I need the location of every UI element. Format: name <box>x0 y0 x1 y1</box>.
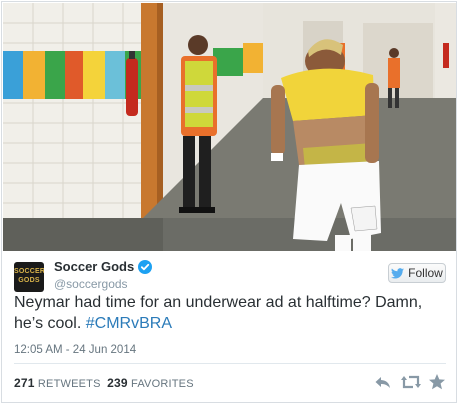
author-display-name[interactable]: Soccer Gods <box>54 259 134 274</box>
retweet-icon[interactable] <box>401 373 421 391</box>
reply-icon[interactable] <box>374 373 392 391</box>
retweets-label[interactable]: RETWEETS <box>38 378 101 390</box>
divider <box>14 363 446 364</box>
tweet-text: Neymar had time for an underwear ad at h… <box>14 292 446 334</box>
avatar-logo-text: SOCCER GODS <box>14 268 44 284</box>
author-handle[interactable]: @soccergods <box>54 277 128 291</box>
tweet-body: Neymar had time for an underwear ad at h… <box>14 294 423 332</box>
avatar[interactable]: SOCCER GODS <box>14 262 44 292</box>
retweets-count[interactable]: 271 <box>14 376 35 390</box>
hashtag-link[interactable]: #CMRvBRA <box>86 315 172 332</box>
author-name-row: Soccer Gods <box>54 259 153 274</box>
verified-badge-icon <box>138 259 153 274</box>
tweet-timestamp[interactable]: 12:05 AM - 24 Jun 2014 <box>14 344 136 356</box>
twitter-bird-icon <box>391 267 405 279</box>
favorites-count[interactable]: 239 <box>107 376 128 390</box>
tweet-stats: 271 RETWEETS 239 FAVORITES <box>14 376 194 390</box>
tweet-photo[interactable] <box>3 3 456 251</box>
star-icon[interactable] <box>428 373 446 391</box>
follow-button[interactable]: Follow <box>388 263 446 283</box>
favorites-label[interactable]: FAVORITES <box>131 378 194 390</box>
follow-button-label: Follow <box>408 266 443 280</box>
tweet-actions <box>374 373 446 391</box>
tweet-card: SOCCER GODS Soccer Gods @soccergods Foll… <box>1 1 457 403</box>
